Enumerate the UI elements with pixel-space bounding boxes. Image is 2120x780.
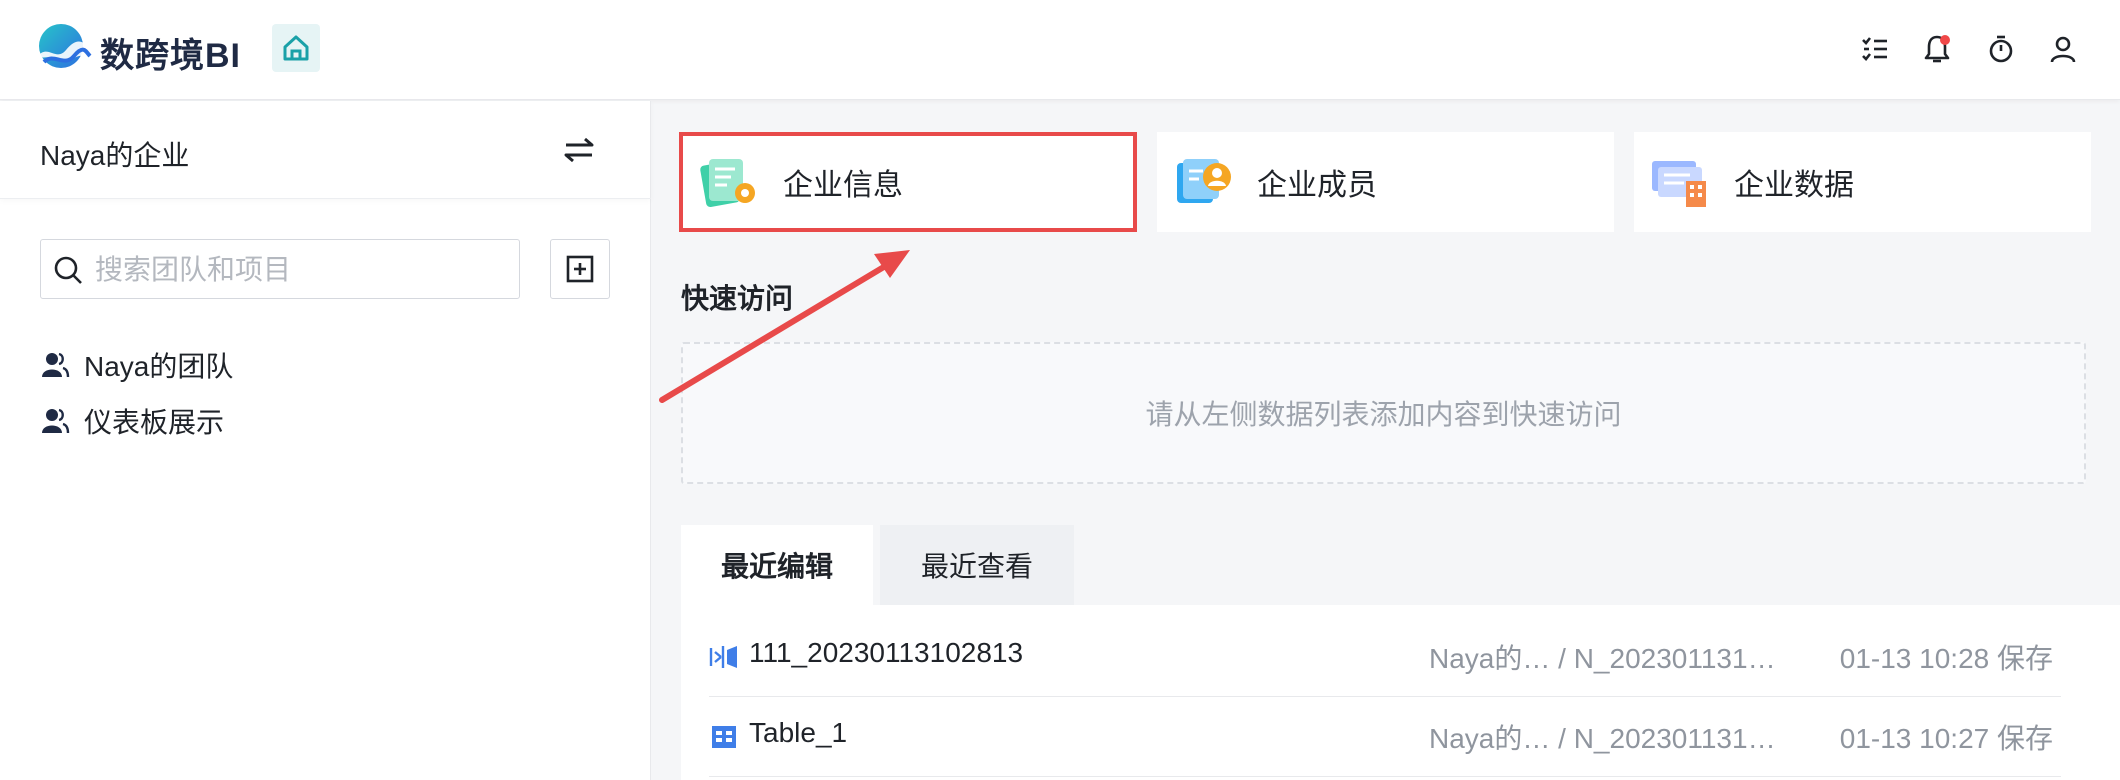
enterprise-data-icon [1652,161,1706,207]
tab-recent-view[interactable]: 最近查看 [880,525,1074,605]
timer-button[interactable] [1984,32,2018,66]
plus-square-icon [566,255,594,283]
card-label: 企业数据 [1734,169,1854,202]
user-button[interactable] [2046,32,2080,66]
team-item-naya[interactable]: Naya的团队 [40,340,600,390]
card-enterprise-data[interactable]: 企业数据 [1634,132,2091,232]
item-team: Naya的… [1429,723,1551,754]
card-enterprise-info[interactable]: 企业信息 [679,132,1137,232]
table-icon [712,726,736,748]
table-row[interactable]: 111_20230113102813 Naya的… / N_202301131…… [709,617,2061,697]
item-team: Naya的… [1429,643,1551,674]
team-item-dashboard[interactable]: 仪表板展示 [40,396,600,446]
item-project: / N_202301131… [1558,723,1776,754]
team-icon [42,408,70,434]
search-icon [54,256,82,284]
swap-icon[interactable] [560,131,598,169]
item-time: 01-13 10:27 保存 [1839,723,2053,754]
enterprise-name: Naya的企业 [40,140,190,171]
item-path: Naya的… / N_202301131… [1429,717,1776,757]
enterprise-info-icon [700,159,755,207]
card-label: 企业信息 [783,169,903,202]
user-icon [2050,36,2076,63]
item-path: Naya的… / N_202301131… [1429,637,1776,677]
list-button[interactable] [1858,32,1892,66]
search-box [40,239,520,299]
item-name: 111_20230113102813 [749,637,1024,668]
card-label: 企业成员 [1257,169,1377,202]
timer-icon [1989,35,2013,63]
recent-list: 111_20230113102813 Naya的… / N_202301131…… [681,605,2120,780]
quick-access-title: 快速访问 [681,283,794,314]
notification-button[interactable] [1920,32,1954,66]
table-row[interactable]: Table_1 Naya的… / N_202301131… 01-13 10:2… [709,697,2061,777]
enterprise-members-icon [1177,159,1231,203]
quick-access-dropzone: 请从左侧数据列表添加内容到快速访问 [681,342,2086,484]
sidebar: Naya的企业 Naya的团队 [0,101,651,780]
top-header: 数跨境BI [0,0,2120,100]
dataflow-icon [709,646,737,668]
list-icon [1862,37,1887,61]
brand-name: 数跨境BI [100,37,241,75]
bell-icon [1924,35,1950,63]
team-label: Naya的团队 [84,351,234,382]
search-input[interactable] [95,250,505,290]
card-enterprise-members[interactable]: 企业成员 [1157,132,1614,232]
quick-access-hint: 请从左侧数据列表添加内容到快速访问 [1145,399,1622,430]
item-time: 01-13 10:28 保存 [1839,643,2053,674]
home-icon [283,35,309,61]
add-button[interactable] [550,239,610,299]
tab-recent-edit[interactable]: 最近编辑 [681,525,873,605]
team-icon [42,352,70,378]
enterprise-selector[interactable]: Naya的企业 [0,101,651,199]
logo-icon [38,24,92,68]
team-label: 仪表板展示 [84,407,225,438]
home-button[interactable] [272,24,320,72]
item-name: Table_1 [749,717,848,748]
item-project: / N_202301131… [1558,643,1776,674]
